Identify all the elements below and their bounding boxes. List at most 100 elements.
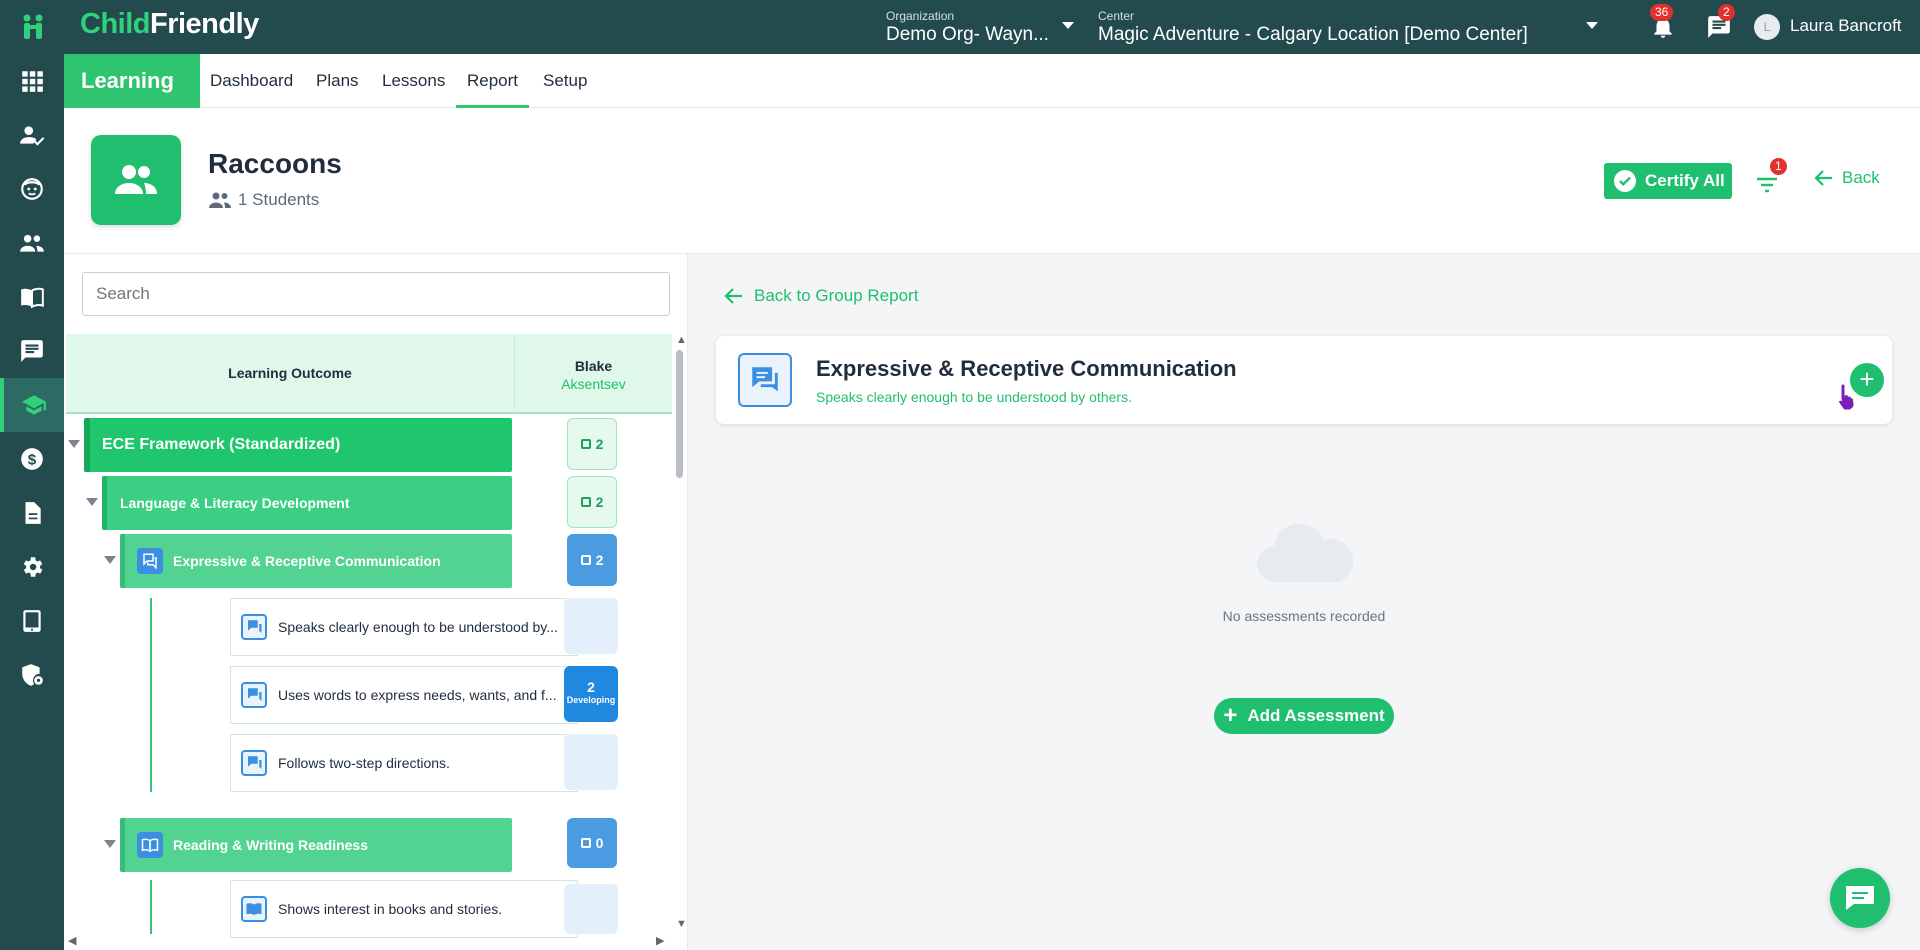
assessment-icon: [580, 439, 591, 449]
domain-row[interactable]: Language & Literacy Development: [102, 476, 512, 530]
organization-selector[interactable]: Organization Demo Org- Wayn...: [886, 8, 1074, 46]
vertical-scrollbar[interactable]: [674, 338, 684, 928]
book-icon: [241, 896, 267, 922]
arrow-left-icon: [1814, 170, 1832, 186]
collapse-toggle[interactable]: [104, 840, 116, 848]
staff-icon[interactable]: [0, 216, 64, 270]
chevron-down-icon: [1586, 22, 1598, 29]
side-rail: $: [0, 54, 64, 950]
assessment-cell[interactable]: [564, 884, 618, 934]
organization-value: Demo Org- Wayn...: [886, 24, 1049, 45]
documents-icon[interactable]: [0, 486, 64, 540]
outcome-label: Shows interest in books and stories.: [278, 901, 503, 917]
message-badge: 2: [1718, 4, 1735, 21]
chat-bubble-icon: [1846, 886, 1874, 910]
student-count-label: 1 Students: [238, 190, 320, 209]
plus-icon: +: [1223, 702, 1238, 729]
outcome-row[interactable]: Follows two-step directions.: [230, 734, 578, 792]
tab-dashboard[interactable]: Dashboard: [210, 54, 293, 108]
assessment-count: 2: [587, 679, 595, 695]
child-icon[interactable]: [0, 162, 64, 216]
group-icon: [115, 165, 157, 194]
communication-icon: [241, 682, 267, 708]
tablet-icon[interactable]: [0, 594, 64, 648]
back-button[interactable]: Back: [1814, 168, 1880, 188]
support-chat-button[interactable]: [1830, 868, 1890, 928]
category-row-expressive[interactable]: Expressive & Receptive Communication: [120, 534, 512, 588]
tree-line: [150, 598, 152, 792]
svg-text:$: $: [28, 451, 37, 468]
cursor-icon: [1838, 383, 1855, 410]
outcome-row[interactable]: Uses words to express needs, wants, and …: [230, 666, 578, 724]
organization-caption: Organization: [886, 9, 955, 23]
settings-icon[interactable]: [0, 540, 64, 594]
communication-icon: [738, 353, 792, 407]
framework-label: ECE Framework (Standardized): [102, 436, 341, 453]
user-name[interactable]: Laura Bancroft: [1790, 16, 1902, 36]
category-row-reading[interactable]: Reading & Writing Readiness: [120, 818, 512, 872]
check-icon: [1614, 170, 1636, 192]
category-count-cell[interactable]: 2: [567, 534, 617, 586]
collapse-toggle[interactable]: [86, 498, 98, 506]
center-selector[interactable]: Center Magic Adventure - Calgary Locatio…: [1098, 8, 1598, 46]
category-label: Reading & Writing Readiness: [173, 837, 368, 853]
scroll-down-arrow[interactable]: ▼: [676, 918, 687, 930]
brand-icon[interactable]: [18, 12, 48, 42]
scroll-thumb[interactable]: [676, 350, 683, 478]
tab-plans[interactable]: Plans: [316, 54, 359, 108]
student-first-name: Blake: [574, 358, 613, 374]
back-to-group-report-link[interactable]: Back to Group Report: [724, 286, 918, 306]
outcome-row[interactable]: Speaks clearly enough to be understood b…: [230, 598, 578, 656]
apps-icon[interactable]: [0, 54, 64, 108]
tab-setup[interactable]: Setup: [543, 54, 587, 108]
add-assessment-button[interactable]: + Add Assessment: [1214, 698, 1394, 734]
people-icon: [209, 192, 231, 208]
column-header-student[interactable]: Blake Aksentsev: [514, 334, 672, 414]
assessment-icon: [580, 555, 591, 565]
outcome-label: Uses words to express needs, wants, and …: [278, 687, 557, 703]
empty-state-text: No assessments recorded: [1222, 608, 1386, 624]
category-count: 2: [595, 552, 604, 568]
notification-badge: 36: [1650, 4, 1674, 21]
outcomes-panel: Learning Outcome Blake Aksentsev ECE Fra…: [64, 254, 688, 950]
learning-icon[interactable]: [0, 378, 64, 432]
certify-all-label: Certify All: [1645, 171, 1725, 190]
detail-panel: Back to Group Report Expressive & Recept…: [688, 254, 1920, 950]
outcome-row[interactable]: Shows interest in books and stories.: [230, 880, 578, 938]
collapse-toggle[interactable]: [68, 440, 80, 448]
tab-report[interactable]: Report: [456, 54, 530, 108]
outcome-label: Speaks clearly enough to be understood b…: [278, 619, 558, 635]
scroll-up-arrow[interactable]: ▲: [676, 334, 687, 346]
arrow-left-icon: [724, 288, 742, 304]
security-icon[interactable]: [0, 648, 64, 702]
module-title[interactable]: Learning: [64, 54, 200, 108]
tab-lessons[interactable]: Lessons: [382, 54, 445, 108]
group-title: Raccoons: [208, 148, 342, 179]
billing-icon[interactable]: $: [0, 432, 64, 486]
framework-count-cell[interactable]: 2: [567, 418, 617, 470]
library-icon[interactable]: [0, 270, 64, 324]
attendance-icon[interactable]: [0, 108, 64, 162]
assessment-cell[interactable]: [564, 734, 618, 790]
scroll-left-arrow[interactable]: ◀: [68, 934, 76, 947]
communication-icon: [241, 750, 267, 776]
back-label: Back: [1842, 168, 1880, 187]
scroll-right-arrow[interactable]: ▶: [656, 934, 664, 947]
outcome-subtitle: Speaks clearly enough to be understood b…: [816, 389, 1132, 405]
assessment-icon: [580, 838, 591, 848]
collapse-toggle[interactable]: [104, 556, 116, 564]
assessment-cell[interactable]: 2 Developing: [564, 666, 618, 722]
domain-count-cell[interactable]: 2: [567, 476, 617, 528]
search-input[interactable]: [82, 272, 670, 316]
assessment-cell[interactable]: [564, 598, 618, 654]
book-icon: [137, 832, 163, 858]
category-count: 0: [595, 835, 604, 851]
center-value: Magic Adventure - Calgary Location [Demo…: [1098, 24, 1528, 45]
certify-all-button[interactable]: Certify All: [1604, 163, 1732, 199]
user-avatar[interactable]: L: [1754, 14, 1780, 40]
framework-row[interactable]: ECE Framework (Standardized): [84, 418, 512, 472]
outcome-title: Expressive & Receptive Communication: [816, 356, 1237, 381]
app-logo[interactable]: ChildFriendly: [80, 8, 259, 41]
category-count-cell[interactable]: 0: [567, 818, 617, 868]
messages-icon[interactable]: [0, 324, 64, 378]
